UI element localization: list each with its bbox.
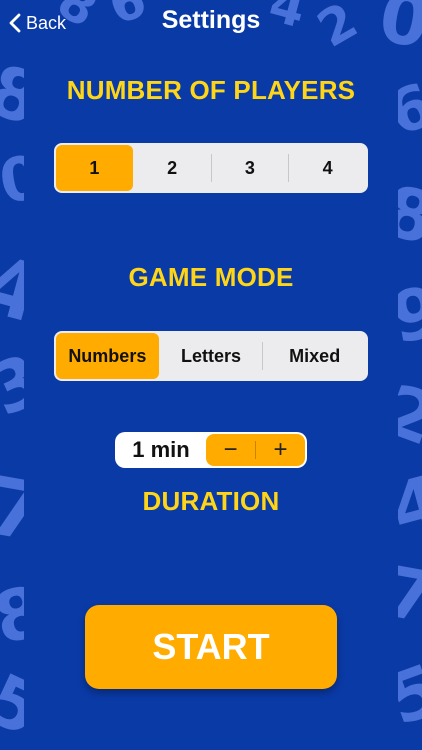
duration-value: 1 min [132, 437, 190, 462]
players-option-1[interactable]: 1 [56, 145, 133, 191]
mode-segmented-control: Numbers Letters Mixed [54, 331, 368, 381]
mode-option-numbers[interactable]: Numbers [56, 333, 159, 379]
page-title: Settings [161, 6, 261, 34]
mode-option-letters[interactable]: Letters [160, 333, 263, 379]
players-option-4[interactable]: 4 [289, 145, 366, 191]
players-segmented-control: 1 2 3 4 [54, 143, 368, 193]
players-heading: NUMBER OF PLAYERS [66, 75, 356, 105]
duration-heading: DURATION [142, 486, 280, 516]
players-option-3[interactable]: 3 [212, 145, 289, 191]
decrement-button[interactable]: − [206, 434, 255, 466]
start-button[interactable]: START [85, 605, 337, 689]
players-option-2[interactable]: 2 [134, 145, 211, 191]
mode-option-mixed[interactable]: Mixed [263, 333, 366, 379]
duration-control: 1 min − + [115, 432, 307, 468]
duration-stepper: − + [206, 434, 305, 466]
mode-heading: GAME MODE [128, 262, 294, 292]
increment-button[interactable]: + [256, 434, 305, 466]
